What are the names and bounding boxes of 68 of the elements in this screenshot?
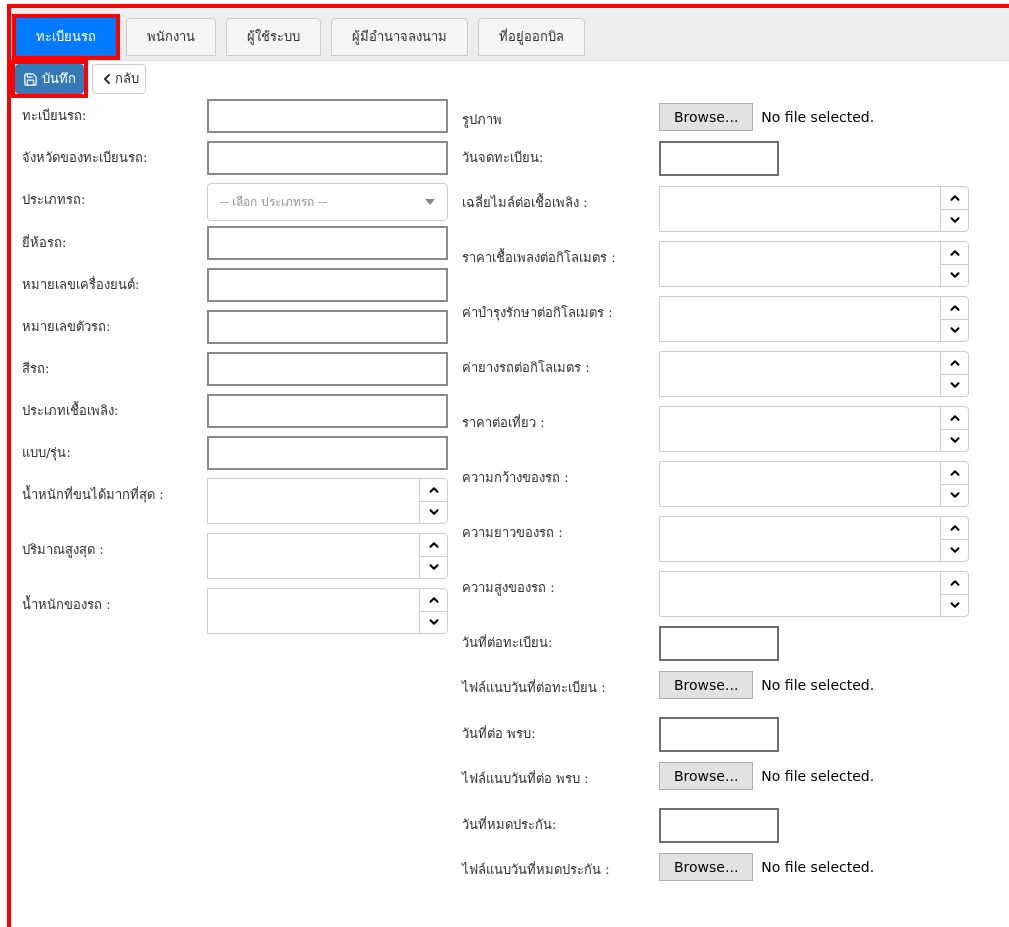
field-label: ราคาต่อเที่ยว :: [462, 413, 546, 432]
number-field[interactable]: [659, 406, 969, 452]
number-field[interactable]: [659, 296, 969, 342]
save-button[interactable]: บันทึก: [15, 64, 84, 94]
field-label: เฉลี่ยไมล์ต่อเชื้อเพลิง :: [462, 192, 589, 212]
field-label: ค่ายางรถต่อกิโลเมตร :: [462, 359, 591, 377]
back-button[interactable]: กลับ: [92, 64, 146, 94]
browse-button[interactable]: Browse...: [659, 853, 754, 881]
file-status: No file selected.: [761, 766, 875, 786]
tab[interactable]: พนักงาน: [126, 18, 216, 56]
date-field[interactable]: [659, 717, 779, 752]
field-label: วันที่ต่อทะเบียน:: [462, 633, 554, 652]
number-field[interactable]: [659, 186, 969, 232]
text-field[interactable]: [207, 268, 448, 302]
field-label: วันจดทะเบียน:: [462, 149, 545, 167]
field-label: ไฟล์แนบวันที่ต่อทะเบียน :: [462, 678, 607, 697]
browse-button[interactable]: Browse...: [659, 762, 754, 790]
select-placeholder: -- เลือก ประเภทรถ --: [220, 194, 327, 211]
text-field[interactable]: [207, 226, 448, 260]
tab[interactable]: ผู้ใช้ระบบ: [226, 18, 321, 56]
number-field[interactable]: [659, 571, 969, 617]
field-label: น้ำหนักของรถ :: [22, 594, 112, 614]
field-label: หมายเลขเครื่องยนต์:: [22, 275, 141, 294]
date-field[interactable]: [659, 808, 779, 843]
field-label: วันที่ต่อ พรบ:: [462, 724, 537, 743]
field-label: น้ำหนักที่ขนได้มากที่สุด :: [22, 484, 165, 505]
file-status: No file selected.: [761, 675, 875, 695]
field-label: ไฟล์แนบวันที่หมดประกัน :: [462, 860, 611, 879]
number-field[interactable]: [207, 533, 448, 579]
text-field[interactable]: [207, 310, 448, 344]
browse-button[interactable]: Browse...: [659, 103, 754, 131]
field-label: รูปภาพ: [462, 111, 503, 130]
text-field[interactable]: [207, 394, 448, 428]
number-field[interactable]: [659, 241, 969, 287]
date-field[interactable]: [659, 626, 779, 661]
file-status: No file selected.: [761, 107, 875, 127]
field-label: สีรถ:: [22, 360, 51, 378]
file-status: No file selected.: [761, 857, 875, 877]
number-field[interactable]: [659, 351, 969, 397]
field-label: ทะเบียนรถ:: [22, 107, 88, 125]
tab[interactable]: ทะเบียนรถ: [16, 18, 116, 56]
text-field[interactable]: [207, 99, 448, 133]
tab[interactable]: ที่อยู่ออกบิล: [478, 18, 585, 56]
text-field[interactable]: [207, 352, 448, 386]
field-label: หมายเลขตัวรถ:: [22, 318, 112, 336]
field-label: ค่าบำรุงรักษาต่อกิโลเมตร :: [462, 304, 614, 323]
date-field[interactable]: [659, 141, 779, 176]
field-label: ราคาเชื้อเพลงต่อกิโลเมตร :: [462, 247, 617, 267]
browse-button[interactable]: Browse...: [659, 671, 754, 699]
text-field[interactable]: [207, 436, 448, 470]
field-label: ยี่ห้อรถ:: [22, 233, 68, 252]
dropdown-caret-icon: [425, 199, 435, 205]
field-label: ประเภทเชื้อเพลิง:: [22, 400, 120, 420]
field-label: ปริมาณสูงสุด :: [22, 541, 105, 560]
field-label: วันที่หมดประกัน:: [462, 815, 558, 834]
tab[interactable]: ผู้มีอำนาจลงนาม: [331, 18, 468, 56]
number-field[interactable]: [659, 461, 969, 507]
field-label: ประเภทรถ:: [22, 191, 87, 209]
field-label: แบบ/รุ่น:: [22, 444, 72, 463]
number-field[interactable]: [207, 478, 448, 524]
field-label: ความกว้างของรถ :: [462, 469, 570, 487]
field-label: ความยาวของรถ :: [462, 524, 564, 542]
number-field[interactable]: [659, 516, 969, 562]
field-label: ไฟล์แนบวันที่ต่อ พรบ :: [462, 769, 590, 788]
field-label: จังหวัดของทะเบียนรถ:: [22, 149, 149, 167]
field-label: ความสูงของรถ :: [462, 579, 556, 598]
text-field[interactable]: [207, 141, 448, 175]
number-field[interactable]: [207, 588, 448, 634]
